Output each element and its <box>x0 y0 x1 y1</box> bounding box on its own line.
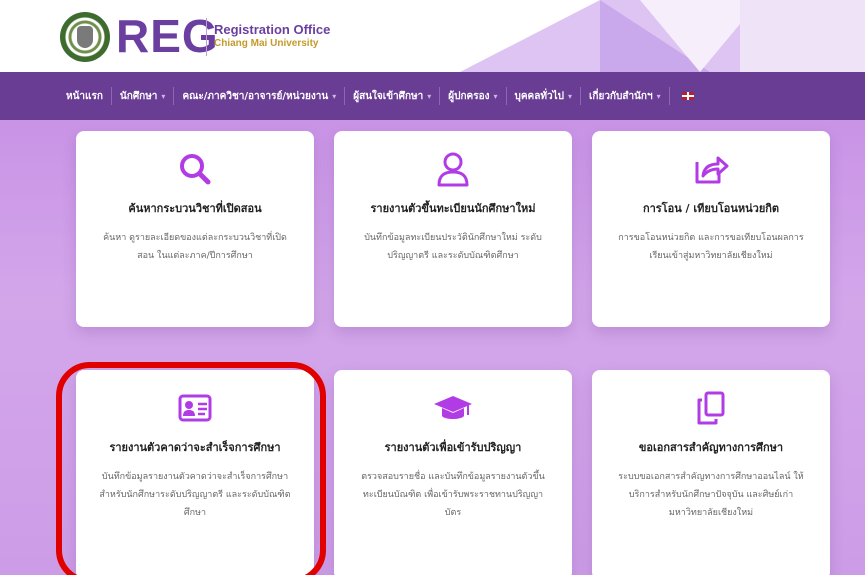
chevron-down-icon: ▾ <box>567 91 572 101</box>
user-icon <box>334 149 572 189</box>
nav-item-label: เกี่ยวกับสำนักฯ <box>588 90 653 102</box>
card-title: รายงานตัวเพื่อเข้ารับปริญญา <box>384 441 522 454</box>
card-title: รายงานตัวขึ้นทะเบียนนักศึกษาใหม่ <box>370 202 536 215</box>
card-title: ขอเอกสารสำคัญทางการศึกษา <box>638 441 784 454</box>
card-academic-documents[interactable]: ขอเอกสารสำคัญทางการศึกษา ระบบขอเอกสารสำค… <box>592 370 830 575</box>
nav-item-public[interactable]: บุคคลทั่วไป ▾ <box>507 82 580 110</box>
chevron-down-icon: ▾ <box>332 91 337 101</box>
nav-item-label: คณะ/ภาควิชา/อาจารย์/หน่วยงาน <box>182 90 329 102</box>
nav-item-language[interactable] <box>670 82 702 110</box>
chevron-down-icon: ▾ <box>493 91 498 101</box>
main-nav: หน้าแรก นักศึกษา ▾ คณะ/ภาควิชา/อาจารย์/ห… <box>0 72 865 120</box>
share-icon <box>592 149 830 189</box>
chevron-down-icon: ▾ <box>656 91 661 101</box>
chevron-down-icon: ▾ <box>427 91 432 101</box>
card-title: ค้นหากระบวนวิชาที่เปิดสอน <box>128 202 262 215</box>
card-credit-transfer[interactable]: การโอน / เทียบโอนหน่วยกิต การขอโอนหน่วยก… <box>592 131 830 327</box>
university-seal-logo[interactable] <box>60 12 110 62</box>
nav-item-parents[interactable]: ผู้ปกครอง ▾ <box>440 82 505 110</box>
nav-item-about[interactable]: เกี่ยวกับสำนักฯ ▾ <box>581 82 669 110</box>
uk-flag-icon <box>681 92 694 100</box>
card-description: ระบบขอเอกสารสำคัญทางการศึกษาออนไลน์ ให้บ… <box>618 472 804 518</box>
search-icon <box>76 149 314 189</box>
site-header: REG Registration Office Chiang Mai Unive… <box>0 0 865 72</box>
logo-divider <box>206 18 207 56</box>
header-decoration <box>460 0 600 72</box>
card-description: บันทึกข้อมูลทะเบียนประวัตินักศึกษาใหม่ ร… <box>364 233 542 261</box>
nav-item-label: ผู้สนใจเข้าศึกษา <box>353 90 424 102</box>
reg-logo-text[interactable]: REG <box>116 8 219 64</box>
nav-item-prospective[interactable]: ผู้สนใจเข้าศึกษา ▾ <box>345 82 439 110</box>
red-highlight-annotation <box>56 362 326 575</box>
nav-item-faculty[interactable]: คณะ/ภาควิชา/อาจารย์/หน่วยงาน ▾ <box>174 82 344 110</box>
nav-item-label: ผู้ปกครอง <box>448 90 490 102</box>
logo-subtitle-office: Registration Office <box>214 22 331 37</box>
logo-subtitle-university: Chiang Mai University <box>214 38 319 49</box>
header-decoration <box>740 0 865 72</box>
nav-item-label: บุคคลทั่วไป <box>514 90 564 102</box>
card-new-student-registration[interactable]: รายงานตัวขึ้นทะเบียนนักศึกษาใหม่ บันทึกข… <box>334 131 572 327</box>
nav-item-label: หน้าแรก <box>66 90 103 102</box>
card-description: การขอโอนหน่วยกิต และการขอเทียบโอนผลการเร… <box>618 233 804 261</box>
card-title: การโอน / เทียบโอนหน่วยกิต <box>642 202 780 215</box>
nav-item-home[interactable]: หน้าแรก <box>58 82 111 110</box>
card-degree-ceremony[interactable]: รายงานตัวเพื่อเข้ารับปริญญา ตรวจสอบรายชื… <box>334 370 572 575</box>
card-description: ค้นหา ดูรายละเอียดของแต่ละกระบวนวิชาที่เ… <box>103 233 287 261</box>
card-description: ตรวจสอบรายชื่อ และบันทึกข้อมูลรายงานตัวข… <box>361 472 545 518</box>
card-course-search[interactable]: ค้นหากระบวนวิชาที่เปิดสอน ค้นหา ดูรายละเ… <box>76 131 314 327</box>
chevron-down-icon: ▾ <box>161 91 166 101</box>
nav-item-label: นักศึกษา <box>119 90 158 102</box>
nav-item-students[interactable]: นักศึกษา ▾ <box>112 82 174 110</box>
copy-icon <box>592 388 830 428</box>
graduation-cap-icon <box>334 388 572 428</box>
